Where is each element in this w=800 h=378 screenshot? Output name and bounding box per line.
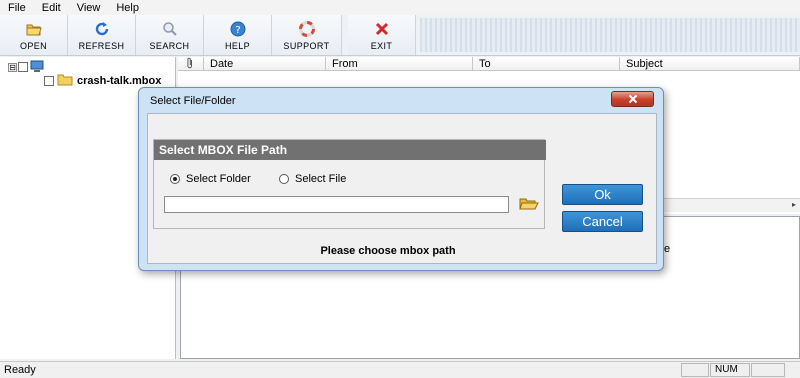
dialog-message: Please choose mbox path (320, 245, 456, 257)
mbox-path-group: Select MBOX File Path Select Folder Sele… (153, 139, 546, 229)
attachment-column-header[interactable] (178, 57, 204, 71)
lifebuoy-icon (298, 21, 316, 37)
menu-help[interactable]: Help (116, 2, 139, 14)
select-file-folder-dialog: Select File/Folder Select MBOX File Path… (138, 87, 664, 271)
support-label: SUPPORT (283, 41, 330, 51)
toolbar-filler (420, 18, 800, 52)
cancel-button[interactable]: Cancel (562, 211, 643, 232)
select-folder-radio[interactable] (170, 174, 180, 184)
status-bar: Ready NUM (0, 361, 800, 378)
folder-open-icon (25, 21, 43, 37)
tree-item-crash-talk[interactable]: crash-talk.mbox (44, 74, 161, 88)
scroll-right-arrow-icon[interactable]: ▸ (792, 200, 796, 209)
select-folder-label: Select Folder (186, 173, 251, 185)
help-button[interactable]: ? HELP (204, 15, 272, 55)
search-label: SEARCH (149, 41, 190, 51)
select-folder-option[interactable]: Select Folder (170, 173, 251, 185)
help-icon: ? (229, 21, 247, 37)
help-label: HELP (224, 41, 251, 51)
num-lock-indicator: NUM (710, 363, 750, 377)
subject-column-header[interactable]: Subject (620, 57, 800, 71)
to-column-header[interactable]: To (473, 57, 620, 71)
browse-folder-icon[interactable] (519, 196, 539, 212)
tree-root-row[interactable]: ⊟ (8, 60, 44, 74)
exit-button[interactable]: EXIT (348, 15, 416, 55)
preview-text-fragment: e (664, 243, 671, 255)
menu-view[interactable]: View (77, 2, 101, 14)
dialog-close-button[interactable] (611, 91, 654, 107)
close-icon (373, 21, 391, 37)
status-cell-empty-2 (751, 363, 785, 377)
close-icon (628, 94, 637, 104)
select-file-option[interactable]: Select File (279, 173, 346, 185)
menu-file[interactable]: File (8, 2, 26, 14)
tree-root-checkbox[interactable] (18, 62, 28, 72)
menu-bar: File Edit View Help (0, 0, 800, 15)
menu-edit[interactable]: Edit (42, 2, 61, 14)
toolbar: OPEN REFRESH SEARCH ? HELP SUPPORT EXIT (0, 15, 800, 56)
open-label: OPEN (19, 41, 48, 51)
svg-text:?: ? (235, 25, 240, 36)
tree-item-checkbox[interactable] (44, 76, 54, 86)
tree-item-label: crash-talk.mbox (77, 75, 162, 87)
paperclip-icon (186, 57, 194, 72)
select-file-radio[interactable] (279, 174, 289, 184)
search-button[interactable]: SEARCH (136, 15, 204, 55)
computer-icon (30, 60, 44, 75)
refresh-label: REFRESH (78, 41, 125, 51)
tree-expander[interactable]: ⊟ (8, 62, 17, 72)
refresh-icon (93, 21, 111, 37)
search-icon (161, 21, 179, 37)
support-button[interactable]: SUPPORT (272, 15, 342, 55)
from-column-header[interactable]: From (326, 57, 473, 71)
ok-button[interactable]: Ok (562, 184, 643, 205)
mbox-path-input[interactable] (164, 196, 509, 213)
status-cell-empty (681, 363, 709, 377)
select-file-label: Select File (295, 173, 347, 185)
open-button[interactable]: OPEN (0, 15, 68, 55)
dialog-title: Select File/Folder (150, 95, 236, 107)
folder-icon (57, 73, 73, 89)
date-column-header[interactable]: Date (204, 57, 326, 71)
refresh-button[interactable]: REFRESH (68, 15, 136, 55)
group-header: Select MBOX File Path (154, 140, 546, 160)
status-text: Ready (4, 364, 36, 376)
dialog-body: Select MBOX File Path Select Folder Sele… (147, 113, 657, 264)
exit-label: EXIT (370, 41, 393, 51)
